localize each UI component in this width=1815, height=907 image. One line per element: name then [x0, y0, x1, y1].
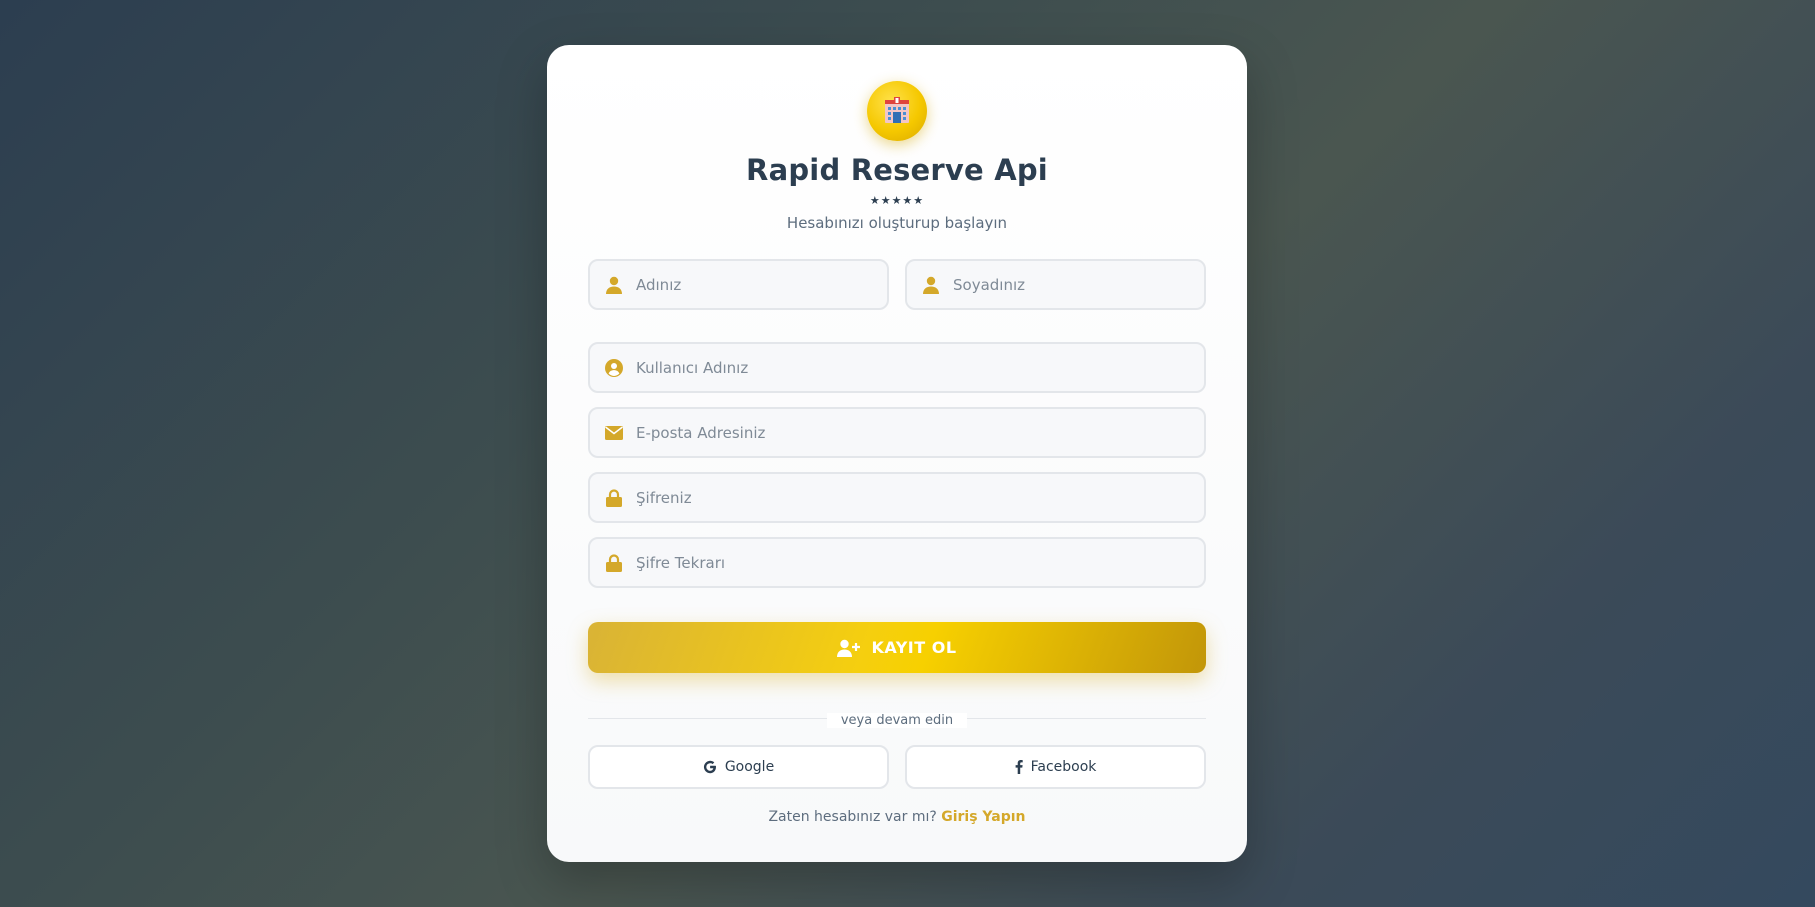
email-field[interactable] [588, 407, 1206, 458]
password-confirm-field[interactable] [588, 537, 1206, 588]
first-name-input[interactable] [636, 261, 887, 308]
google-login-button[interactable]: Google [588, 745, 889, 789]
last-name-field[interactable] [905, 259, 1206, 310]
app-title: Rapid Reserve Api [746, 153, 1048, 187]
login-prompt: Zaten hesabınız var mı? Giriş Yapın [547, 809, 1247, 825]
logo [867, 81, 927, 141]
email-input[interactable] [636, 409, 1204, 456]
user-icon [921, 275, 941, 295]
user-circle-icon [604, 358, 624, 378]
divider: veya devam edin [547, 709, 1247, 728]
facebook-label: Facebook [1030, 759, 1097, 775]
hotel-icon [885, 97, 909, 123]
login-prompt-text: Zaten hesabınız var mı? [768, 809, 937, 825]
password-confirm-input[interactable] [636, 539, 1204, 586]
lock-icon [604, 488, 624, 508]
lock-icon [604, 553, 624, 573]
divider-text: veya devam edin [826, 713, 968, 728]
register-button-label: KAYIT OL [871, 638, 957, 657]
first-name-field[interactable] [588, 259, 889, 310]
facebook-icon [1015, 760, 1023, 774]
username-field[interactable] [588, 342, 1206, 393]
envelope-icon [604, 423, 624, 443]
facebook-login-button[interactable]: Facebook [905, 745, 1206, 789]
last-name-input[interactable] [953, 261, 1204, 308]
user-plus-icon [837, 639, 861, 657]
rating-stars: ★★★★★ [869, 194, 925, 207]
user-icon [604, 275, 624, 295]
google-icon [703, 760, 716, 774]
password-field[interactable] [588, 472, 1206, 523]
login-link[interactable]: Giriş Yapın [941, 809, 1025, 825]
google-label: Google [724, 759, 775, 775]
page-subtitle: Hesabınızı oluşturup başlayın [786, 214, 1008, 232]
password-input[interactable] [636, 474, 1204, 521]
register-button[interactable]: KAYIT OL [588, 622, 1206, 673]
register-card: Rapid Reserve Api ★★★★★ Hesabınızı oluşt… [547, 45, 1247, 862]
username-input[interactable] [636, 344, 1204, 391]
